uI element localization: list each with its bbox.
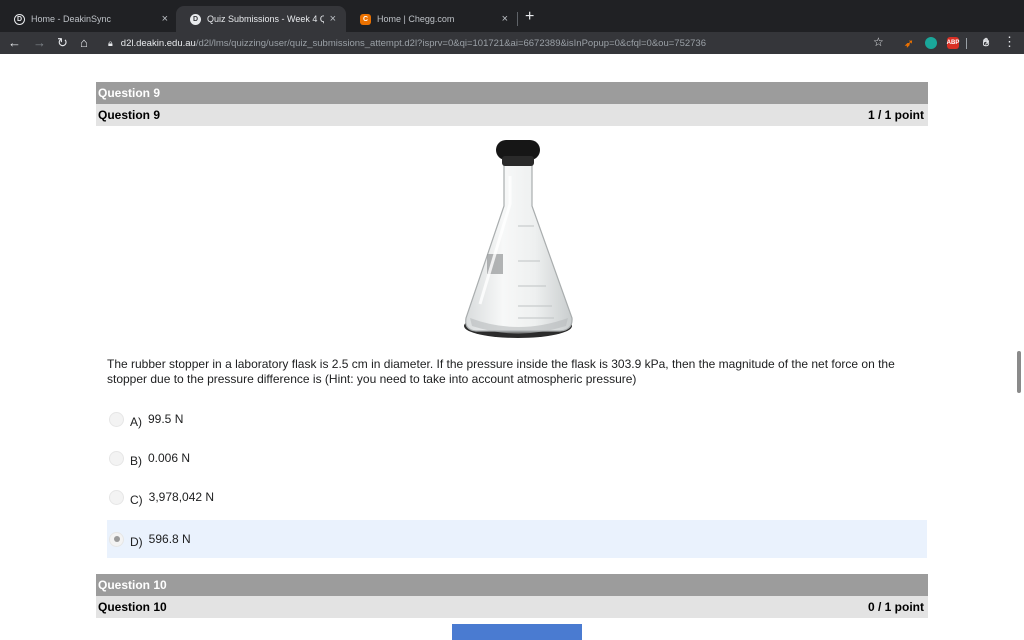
d2l-logo-icon: D: [190, 13, 201, 25]
tab-close-icon[interactable]: ×: [162, 13, 168, 25]
radio-button-a[interactable]: [109, 411, 124, 427]
option-value: 596.8 N: [148, 532, 191, 546]
option-letter: B): [130, 454, 142, 468]
back-arrow-icon[interactable]: ←: [8, 34, 21, 52]
page-scrollbar-thumb[interactable]: [1017, 351, 1021, 393]
answer-option-c[interactable]: C) 3,978,042 N: [107, 478, 927, 516]
option-letter: A): [130, 415, 142, 429]
tab-title: Quiz Submissions - Week 4 Qu: [207, 14, 324, 24]
deakin-logo-icon: D: [14, 13, 25, 25]
option-letter: C): [130, 493, 143, 507]
extension-separator: [966, 38, 967, 49]
question-10-title-bar: Question 10 0 / 1 point: [96, 596, 928, 618]
lock-icon: 🔒︎: [108, 37, 113, 48]
new-tab-button[interactable]: +: [525, 8, 534, 26]
erlenmeyer-flask-image: [464, 140, 573, 338]
option-value: 3,978,042 N: [148, 490, 215, 504]
extension-hand-icon[interactable]: ✋︎: [980, 37, 992, 49]
option-value: 0.006 N: [148, 451, 191, 465]
tab-deakinsync[interactable]: D Home - DeakinSync ×: [0, 6, 178, 32]
tab-title: Home - DeakinSync: [31, 14, 112, 24]
question-prompt: The rubber stopper in a laboratory flask…: [107, 357, 895, 386]
question-score: 0 / 1 point: [867, 600, 924, 614]
question-title: Question 9: [98, 108, 161, 122]
url-path: /d2l/lms/quizzing/user/quiz_submissions_…: [195, 37, 706, 49]
reload-icon[interactable]: ↻: [57, 34, 68, 52]
answer-option-a[interactable]: A) 99.5 N: [107, 400, 927, 438]
browser-toolbar: ← → ↻ ⌂ 🔒︎ d2l.deakin.edu.au/d2l/lms/qui…: [0, 32, 1024, 54]
tab-close-icon[interactable]: ×: [502, 13, 508, 25]
question-10-section-header: Question 10: [96, 574, 928, 596]
browser-tab-bar: D Home - DeakinSync × D Quiz Submissions…: [0, 0, 1024, 32]
radio-button-b[interactable]: [109, 450, 124, 466]
tab-quiz-submissions[interactable]: D Quiz Submissions - Week 4 Qu ×: [176, 6, 346, 32]
answer-option-b[interactable]: B) 0.006 N: [107, 439, 927, 477]
tab-close-icon[interactable]: ×: [330, 13, 336, 25]
forward-arrow-icon[interactable]: →: [33, 34, 46, 52]
question-9-section-header: Question 9: [96, 82, 928, 104]
url-host: d2l.deakin.edu.au: [120, 37, 196, 49]
question-title: Question 10: [98, 600, 167, 614]
question-10-image-top: [452, 624, 582, 640]
page-content: Question 9 Question 9 1 / 1 point The ru…: [0, 54, 1024, 640]
extension-adblock-icon[interactable]: ABP: [947, 37, 959, 49]
option-letter: D): [130, 535, 143, 549]
radio-button-d-selected[interactable]: [109, 531, 124, 547]
browser-menu-icon[interactable]: ⋮: [1003, 34, 1016, 50]
radio-button-c[interactable]: [109, 489, 124, 505]
question-score: 1 / 1 point: [867, 108, 924, 122]
option-value: 99.5 N: [148, 412, 184, 426]
tab-title: Home | Chegg.com: [377, 14, 455, 24]
answer-option-d[interactable]: D) 596.8 N: [107, 520, 927, 558]
tab-divider: [517, 12, 518, 26]
radio-selected-dot: [113, 536, 120, 542]
extension-arrow-icon[interactable]: ➶: [903, 37, 915, 50]
address-bar[interactable]: 🔒︎ d2l.deakin.edu.au/d2l/lms/quizzing/us…: [100, 33, 895, 53]
extension-grammarly-icon[interactable]: [925, 37, 937, 49]
url-text: d2l.deakin.edu.au/d2l/lms/quizzing/user/…: [121, 38, 706, 49]
home-icon[interactable]: ⌂: [80, 34, 88, 52]
tab-chegg[interactable]: C Home | Chegg.com ×: [346, 6, 518, 32]
bookmark-star-icon[interactable]: ☆: [873, 35, 884, 49]
question-9-title-bar: Question 9 1 / 1 point: [96, 104, 928, 126]
chegg-logo-icon: C: [360, 13, 371, 25]
